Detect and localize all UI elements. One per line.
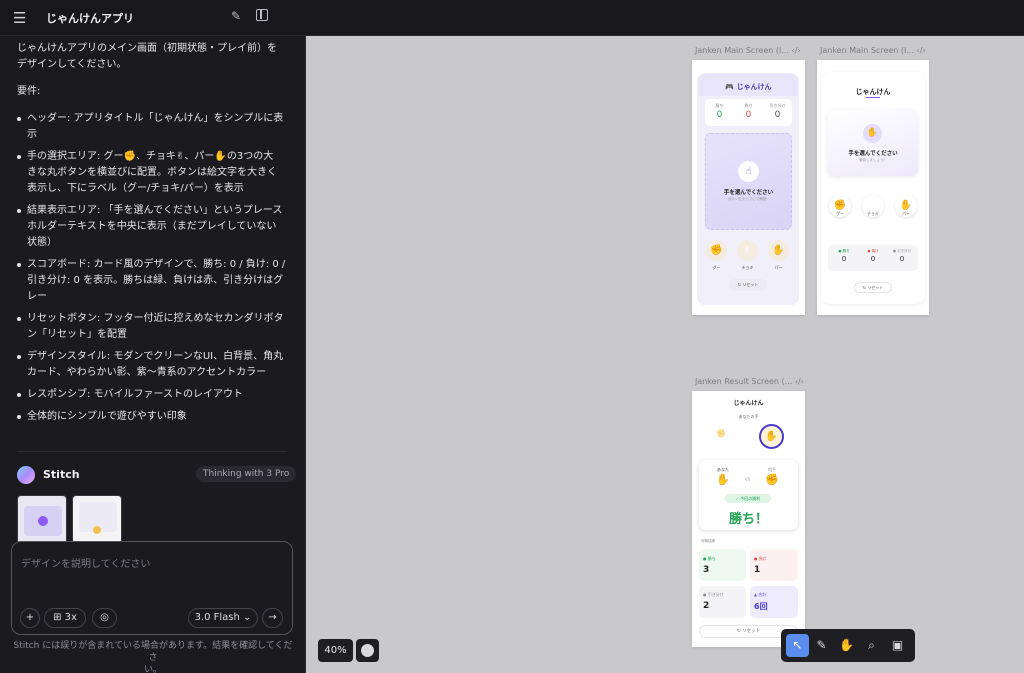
model-label: 3.0 Flash — [194, 612, 240, 623]
user-message: じゃんけんアプリのメイン画面（初期状態・プレイ前）を デザインしてください。 要件… — [17, 41, 289, 431]
player-hand-icon: ✋ — [716, 473, 730, 486]
rock-button[interactable]: ✊ — [706, 240, 727, 261]
reset-button[interactable]: ↻ リセット — [854, 282, 892, 293]
intro-line-1: じゃんけんアプリのメイン画面（初期状態・プレイ前）を — [17, 43, 277, 54]
menu-icon[interactable]: ☰ — [13, 10, 29, 26]
add-icon[interactable]: + — [20, 608, 40, 628]
pen-icon[interactable]: ✎ — [810, 634, 833, 657]
frame-label-main-2[interactable]: Janken Main Screen (I... ‹/› — [820, 46, 926, 55]
chat-panel: じゃんけんアプリのメイン画面（初期状態・プレイ前）を デザインしてください。 要件… — [0, 0, 306, 673]
variants-button[interactable]: ⊞ 3x — [44, 608, 86, 628]
frame-result-screen[interactable]: じゃんけん あなたの手 ✊ ✌ ✋ あなた 相手 ✋ ✊ VS ✓ 今回の勝利 … — [692, 391, 805, 647]
reset-button[interactable]: ↻ リセット — [729, 279, 767, 291]
assistant-name: Stitch — [43, 468, 80, 481]
intro-line-2: デザインしてください。 — [17, 59, 127, 70]
disclaimer: Stitch には誤りが含まれている場合があります。結果を確認してくださ い。 — [13, 641, 293, 673]
result-area — [828, 110, 918, 176]
list-item: スコアボード: カード風のデザインで、勝ち: 0 / 負け: 0 /引き分け: … — [17, 257, 289, 305]
variants-value: 3x — [64, 612, 77, 623]
paper-button[interactable]: ✋ — [768, 240, 789, 261]
cpu-hand-icon: ✊ — [765, 473, 779, 486]
design-thumbnail-2[interactable] — [72, 495, 122, 545]
list-item: 全体的にシンプルで遊びやすい印象 — [17, 409, 289, 425]
list-item: 手の選択エリア: グー✊、チョキ✌、パー✋の3つの大 きな丸ボタンを横並びに配置。… — [17, 149, 289, 197]
scissors-button[interactable]: ✌ — [737, 240, 758, 261]
lose-score: 0 — [745, 110, 752, 120]
win-score: 0 — [716, 110, 723, 120]
pointer-icon: ☝ — [738, 161, 759, 182]
model-select[interactable]: 3.0 Flash ⌄ — [188, 608, 258, 628]
paper-selected-icon[interactable]: ✋ — [759, 424, 784, 449]
hand-pan-icon[interactable]: ✋ — [835, 634, 858, 657]
draw-score: 0 — [774, 110, 781, 120]
requirements-list: ヘッダー: アプリタイトル「じゃんけん」をシンプルに表示 手の選択エリア: グー… — [17, 111, 289, 425]
palette-icon[interactable]: ◎ — [92, 608, 117, 628]
rock-icon[interactable]: ✊ — [714, 427, 728, 441]
frame-label-main-1[interactable]: Janken Main Screen (I... ‹/› — [695, 46, 801, 55]
search-icon[interactable]: ⌕ — [860, 634, 883, 657]
design-thumbnail-1[interactable] — [17, 495, 67, 545]
top-bar: ☰ じゃんけんアプリ ✎ — [0, 0, 1024, 36]
prompt-input-placeholder[interactable]: デザインを説明してください — [21, 555, 150, 570]
stitch-logo-icon — [17, 466, 35, 484]
edit-icon[interactable]: ✎ — [231, 9, 241, 23]
frame-label-result[interactable]: Janken Result Screen (... ‹/› — [695, 377, 804, 386]
list-item: ヘッダー: アプリタイトル「じゃんけん」をシンプルに表示 — [17, 111, 289, 143]
result-text: 勝ち！ — [728, 512, 768, 527]
win-badge: ✓ 今回の勝利 — [725, 494, 771, 503]
requirements-heading: 要件: — [17, 86, 41, 97]
divider — [17, 451, 287, 452]
thinking-badge: Thinking with 3 Pro — [196, 466, 297, 482]
panel-toggle-icon[interactable] — [256, 9, 268, 21]
list-item: リセットボタン: フッター付近に控えめなセカンダリボタ ン「リセット」を配置 — [17, 311, 289, 343]
image-add-icon[interactable]: ▣ — [886, 634, 909, 657]
scissors-icon[interactable]: ✌ — [738, 427, 752, 441]
placeholder-text: 手を選んでください — [723, 190, 774, 196]
list-item: デザインスタイル: モダンでクリーンなUI、白背景、角丸 カード、やわらかい影、紫… — [17, 349, 289, 381]
frame-main-screen-1[interactable]: 🎮 じゃんけん 勝ち 負け 引き分け 0 0 0 ☝ 手を選んでください ボタン… — [692, 60, 805, 315]
frame-main-screen-2[interactable]: じゃんけん ✋ 手を選んでください 勝負しましょう！ ✊ ✌ ✋ グー チョキ … — [817, 60, 929, 315]
app-header: 🎮 じゃんけん — [725, 83, 772, 91]
list-item: レスポンシブ: モバイルファーストのレイアウト — [17, 387, 289, 403]
select-cursor-icon[interactable]: ↖ — [786, 634, 809, 657]
project-title: じゃんけんアプリ — [46, 12, 134, 25]
hand-icon: ✋ — [863, 124, 882, 143]
prompt-composer[interactable]: デザインを説明してください + ⊞ 3x ◎ 3.0 Flash ⌄ → — [11, 541, 293, 635]
send-icon[interactable]: → — [262, 608, 283, 628]
canvas-toolbar: ↖ ✎ ✋ ⌕ ▣ — [781, 629, 915, 662]
zoom-level[interactable]: 40% — [318, 639, 353, 662]
list-item: 結果表示エリア: 「手を選んでください」というプレース ホルダーテキストを中央に表… — [17, 203, 289, 251]
theme-toggle-icon[interactable] — [356, 639, 379, 662]
